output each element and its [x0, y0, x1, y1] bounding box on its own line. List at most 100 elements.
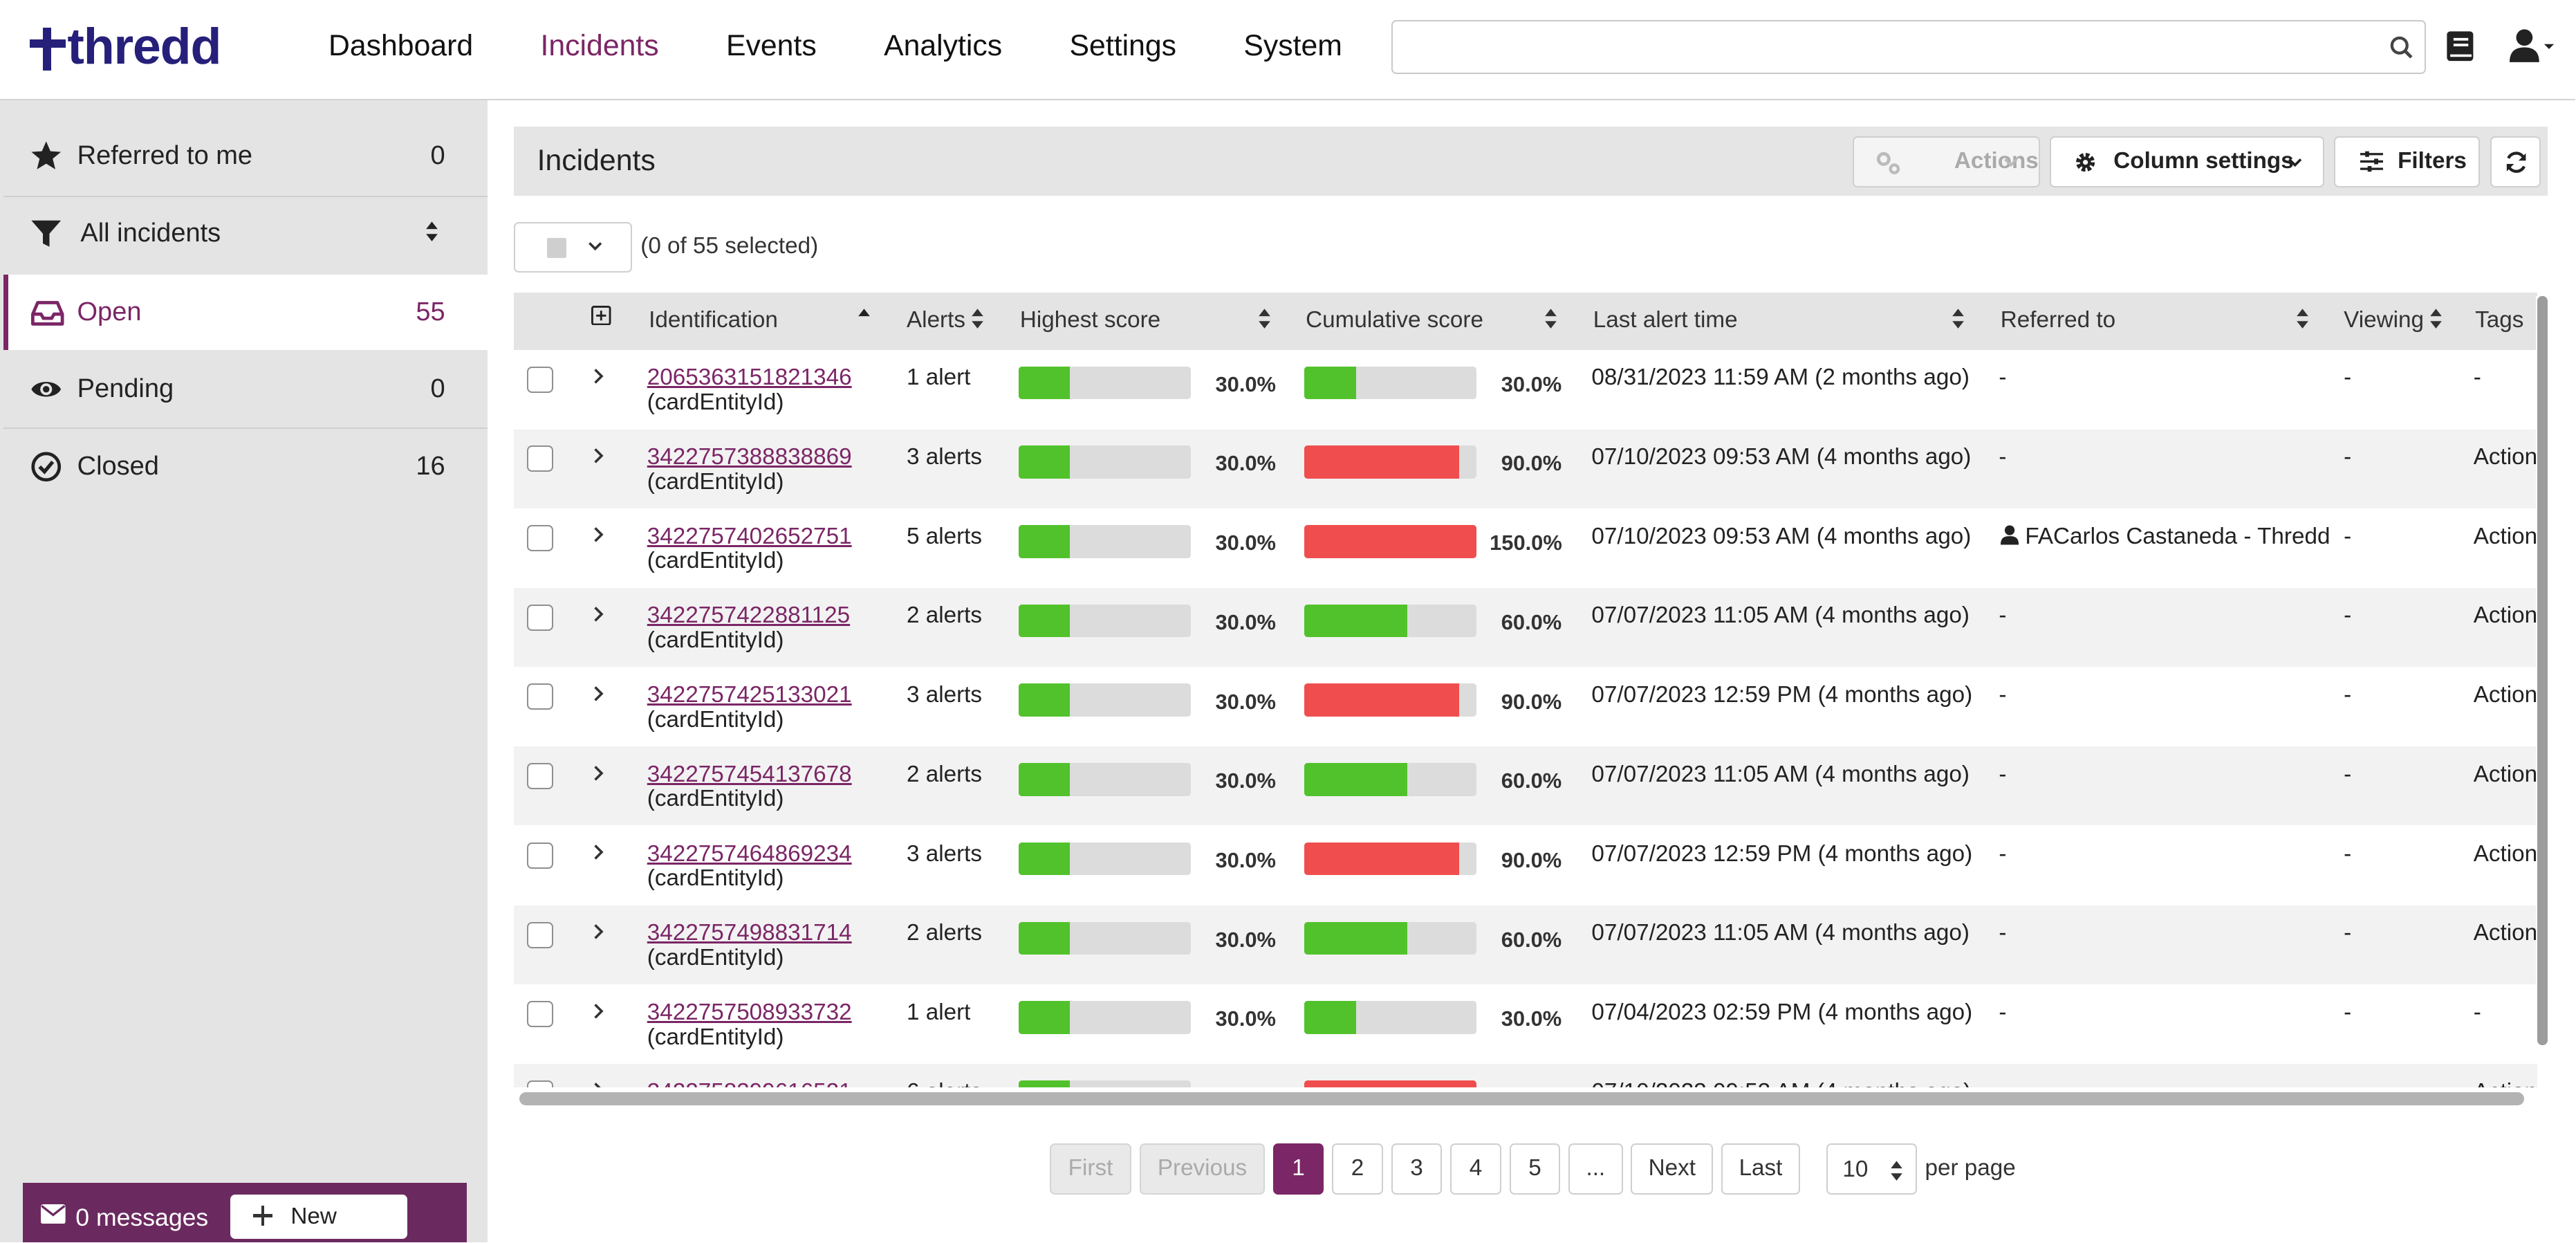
sort-asc-icon[interactable] — [858, 307, 871, 330]
incident-id-link[interactable]: 2065363151821346 — [647, 365, 852, 391]
nav-dashboard[interactable]: Dashboard — [328, 28, 473, 64]
first-page-button[interactable]: First — [1049, 1143, 1132, 1195]
search-icon[interactable] — [2390, 36, 2413, 59]
column-header-identification[interactable]: Identification — [649, 306, 778, 335]
cumulative-score-fill — [1304, 525, 1477, 558]
chevron-right-icon[interactable] — [593, 526, 604, 543]
book-icon[interactable] — [2445, 30, 2475, 63]
search-input[interactable] — [1391, 19, 2426, 74]
per-page-select[interactable]: 10 — [1826, 1143, 1917, 1195]
sort-icon[interactable] — [1544, 307, 1557, 330]
column-header-last-alert-time[interactable]: Last alert time — [1593, 306, 1738, 335]
incident-id-link[interactable]: 3422757464869234 — [647, 841, 852, 867]
vertical-scrollbar[interactable] — [2536, 295, 2549, 1045]
column-header-tags[interactable]: Tags — [2475, 306, 2523, 335]
sidebar-item-label: Open — [77, 297, 142, 326]
bulk-select-dropdown[interactable] — [514, 221, 633, 273]
column-header-alerts[interactable]: Alerts — [907, 306, 965, 335]
sidebar-item-open[interactable]: Open 55 — [3, 274, 488, 350]
actions-button[interactable]: Actions — [1853, 136, 2040, 187]
sort-icon[interactable] — [2296, 307, 2309, 330]
nav-system[interactable]: System — [1243, 28, 1342, 64]
table-row[interactable]: 3422757464869234 (cardEntityId) 3 alerts 30… — [514, 826, 2537, 905]
chevron-right-icon[interactable] — [593, 685, 604, 702]
star-icon — [31, 141, 61, 169]
page-button-2[interactable]: 2 — [1332, 1143, 1383, 1195]
filters-button[interactable]: Filters — [2333, 136, 2481, 187]
column-settings-button[interactable]: Column settings — [2050, 136, 2324, 187]
table-row[interactable]: 3422757402652751 (cardEntityId) 5 alerts 30… — [514, 508, 2537, 587]
sidebar-item-closed[interactable]: Closed 16 — [3, 429, 488, 504]
refresh-button[interactable] — [2490, 136, 2541, 187]
page-button-4[interactable]: 4 — [1450, 1143, 1501, 1195]
incident-id-link[interactable]: 3422757388838869 — [647, 444, 852, 470]
thredd-logo[interactable]: thredd — [29, 17, 221, 76]
row-checkbox[interactable] — [527, 445, 554, 472]
table-row[interactable]: 3422757388838869 (cardEntityId) 3 alerts 30… — [514, 429, 2538, 508]
incident-id-link[interactable]: 3422758399616521 — [647, 1079, 852, 1088]
scrollbar-thumb[interactable] — [2537, 295, 2548, 1045]
sidebar-item-pending[interactable]: Pending 0 — [3, 351, 488, 427]
table-row[interactable]: 3422758399616521(cardEntityId)6 alerts30… — [514, 1064, 2538, 1088]
horizontal-scrollbar[interactable] — [519, 1092, 2525, 1106]
sidebar-item-all-incidents[interactable]: All incidents — [3, 196, 488, 271]
table-row[interactable]: 3422757422881125 (cardEntityId) 2 alerts 30… — [514, 588, 2538, 667]
table-row[interactable]: 3422757508933732 (cardEntityId) 1 alert 30.… — [514, 985, 2537, 1064]
column-header-referred-to[interactable]: Referred to — [2001, 306, 2115, 335]
row-checkbox[interactable] — [527, 763, 554, 790]
chevron-right-icon[interactable] — [593, 923, 604, 940]
row-checkbox[interactable] — [527, 842, 554, 869]
nav-events[interactable]: Events — [726, 28, 817, 64]
sort-icon[interactable] — [2429, 307, 2443, 330]
chevron-right-icon[interactable] — [593, 448, 604, 464]
sort-icon[interactable] — [1952, 307, 1965, 330]
cumulative-score-value: 90.0% — [1501, 689, 1562, 714]
messages-count[interactable]: 0 messages — [75, 1203, 208, 1233]
row-checkbox[interactable] — [527, 1001, 554, 1028]
user-menu-icon[interactable] — [2510, 28, 2556, 64]
chevron-right-icon[interactable] — [593, 765, 604, 782]
row-checkbox[interactable] — [527, 525, 554, 552]
column-header-highest-score[interactable]: Highest score — [1020, 306, 1160, 335]
nav-settings[interactable]: Settings — [1070, 28, 1176, 64]
sort-icon[interactable] — [971, 307, 984, 330]
previous-page-button[interactable]: Previous — [1140, 1143, 1265, 1195]
column-header-cumulative-score[interactable]: Cumulative score — [1306, 306, 1483, 335]
next-page-button[interactable]: Next — [1631, 1143, 1714, 1195]
column-header-viewing[interactable]: Viewing — [2344, 306, 2424, 335]
incident-id-link[interactable]: 3422757498831714 — [647, 920, 852, 946]
table-row[interactable]: 3422757498831714 (cardEntityId) 2 alerts 30… — [514, 905, 2538, 984]
table-row[interactable]: 3422757454137678 (cardEntityId) 2 alerts 30… — [514, 746, 2538, 826]
expand-all-icon[interactable] — [591, 305, 611, 326]
page-button-1[interactable]: 1 — [1272, 1143, 1324, 1195]
page-button-5[interactable]: 5 — [1509, 1143, 1561, 1195]
table-row[interactable]: 3422757425133021 (cardEntityId) 3 alerts 30… — [514, 667, 2537, 746]
chevron-right-icon[interactable] — [593, 844, 604, 860]
nav-analytics[interactable]: Analytics — [884, 28, 1002, 64]
table-row[interactable]: 2065363151821346 (cardEntityId) 1 alert 30.… — [514, 350, 2537, 429]
page-ellipsis[interactable]: ... — [1568, 1143, 1623, 1195]
last-alert-time: 07/07/2023 11:05 AM (4 months ago) — [1591, 602, 1970, 629]
incident-id-link[interactable]: 3422757508933732 — [647, 1000, 852, 1026]
incident-id-link[interactable]: 3422757425133021 — [647, 682, 852, 708]
chevron-right-icon[interactable] — [593, 606, 604, 623]
sort-icon[interactable] — [1258, 307, 1271, 330]
chevron-right-icon[interactable] — [593, 1082, 604, 1088]
page-button-3[interactable]: 3 — [1391, 1143, 1443, 1195]
column-settings-label: Column settings — [2113, 148, 2294, 174]
sidebar-item-referred-to-me[interactable]: Referred to me 0 — [3, 118, 488, 194]
chevron-right-icon[interactable] — [593, 1003, 604, 1020]
last-page-button[interactable]: Last — [1721, 1143, 1800, 1195]
new-message-button[interactable]: New message — [230, 1194, 407, 1239]
nav-incidents[interactable]: Incidents — [541, 28, 659, 64]
incident-id-link[interactable]: 3422757422881125 — [647, 602, 850, 629]
row-checkbox[interactable] — [527, 366, 554, 393]
chevron-right-icon[interactable] — [593, 368, 604, 385]
row-checkbox[interactable] — [527, 921, 554, 948]
row-checkbox[interactable] — [527, 604, 554, 631]
incident-id-type: (cardEntityId) — [647, 865, 784, 892]
incident-id-link[interactable]: 3422757402652751 — [647, 524, 852, 550]
row-checkbox[interactable] — [527, 1080, 554, 1088]
row-checkbox[interactable] — [527, 683, 554, 710]
incident-id-link[interactable]: 3422757454137678 — [647, 762, 852, 788]
